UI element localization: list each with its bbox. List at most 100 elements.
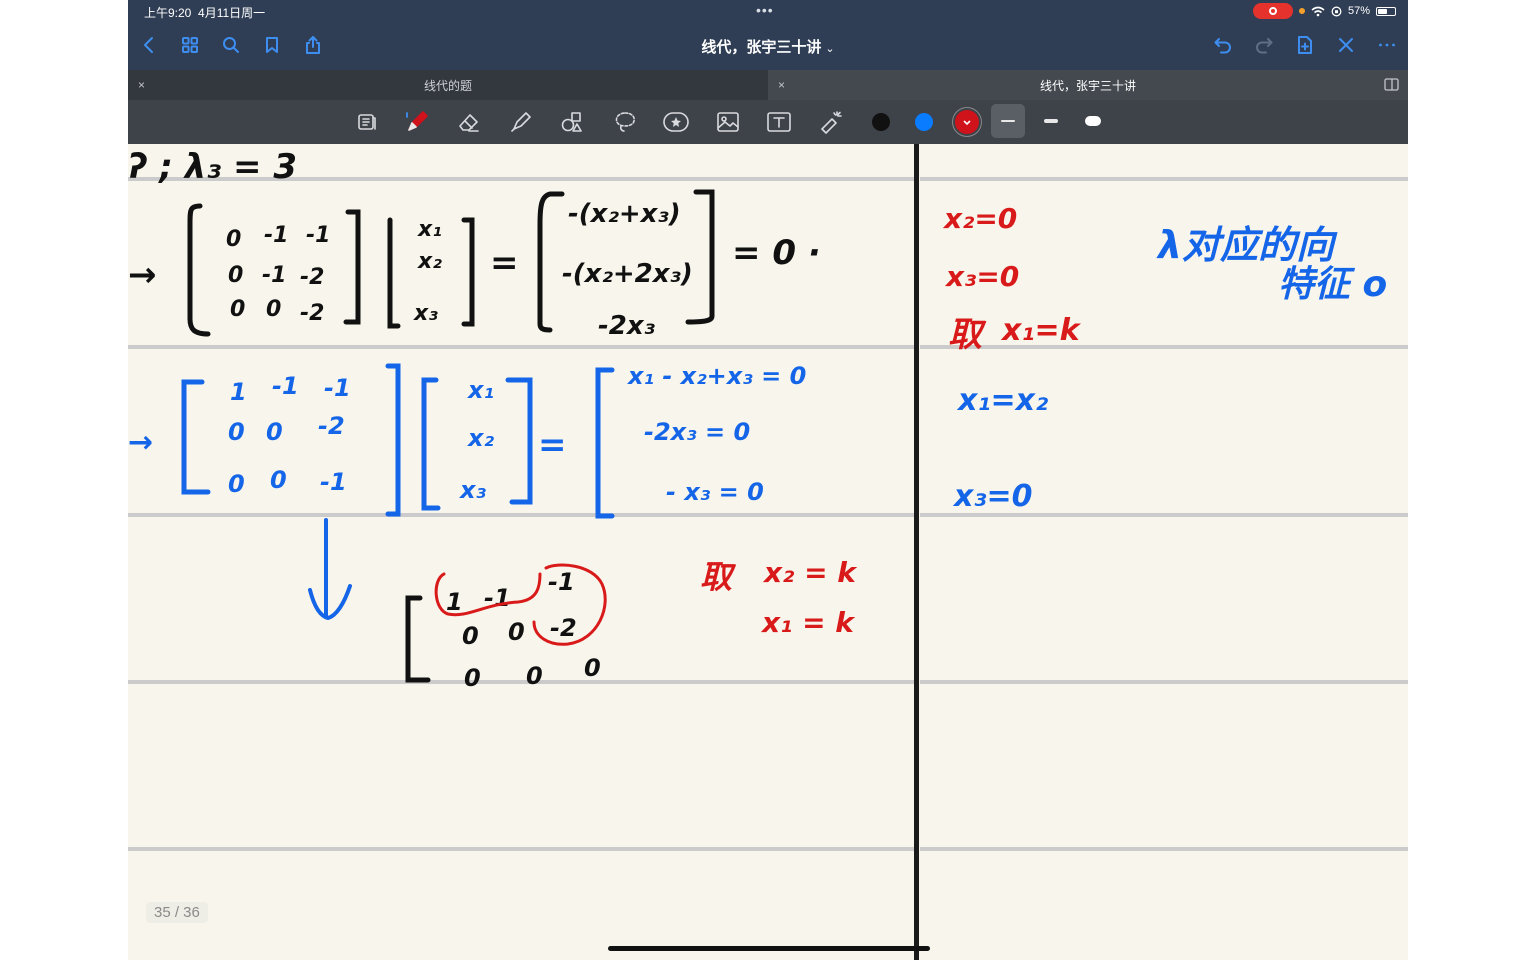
equals-sign: = (538, 425, 567, 465)
matrix-b-cell: 0 (270, 466, 287, 494)
matrix-b-cell: 0 (228, 418, 245, 446)
tab-label: 线代，张宇三十讲 (1039, 78, 1136, 93)
battery-percent: 57% (1347, 5, 1370, 17)
eraser-tool-icon[interactable] (454, 108, 484, 136)
matrix-b-cell: -1 (324, 374, 351, 402)
vector-x-entry: x₁ (467, 376, 494, 404)
vector-x-entry: x₃ (459, 476, 486, 504)
multitask-dots[interactable]: ••• (756, 2, 774, 18)
pen-tool-icon[interactable] (402, 108, 432, 136)
equals-zero: = 0 · (732, 233, 821, 273)
screen-record-icon[interactable] (1252, 3, 1293, 19)
goodnotes-screen: 上午9:20 4月11日周一 ••• 57% 线代，张宇三十讲 ⌄ × 线代的题… (128, 0, 1408, 960)
status-clock: 上午9:20 (144, 6, 192, 20)
split-divider[interactable] (914, 144, 919, 960)
bracket-right (461, 217, 475, 327)
result-a-entry: -(x₂+2x₃) (562, 259, 693, 289)
page-left[interactable]: ʔ ; λ₃ = 3 → 0 -1 -1 0 -1 -2 0 0 -2 x₁ x… (128, 144, 916, 960)
status-time: 上午9:20 4月11日周一 (144, 4, 265, 21)
right-x3-zero-blue: x₃=0 (952, 479, 1033, 514)
orientation-lock-icon (1331, 6, 1342, 16)
matrix-c-cell: 0 (526, 662, 543, 690)
matrix-a-cell: -1 (264, 223, 288, 248)
page-right[interactable]: x₂=0 x₃=0 取 x₁=k x₁=x₂ x₃=0 λ对应的向 特征 o (920, 144, 1408, 960)
right-x1-k: x₁=k (1000, 313, 1082, 348)
take-x2: x₂ = k (762, 556, 858, 589)
matrix-c-cell: 0 (464, 664, 481, 692)
chevron-down-icon: ⌄ (825, 43, 835, 55)
bracket-right (685, 189, 715, 325)
tab-linear-algebra-exercises[interactable]: × 线代的题 (128, 70, 768, 100)
elements-sticker-icon[interactable] (661, 108, 691, 136)
matrix-b-cell: 1 (230, 378, 247, 406)
right-x3-zero: x₃=0 (944, 260, 1019, 293)
matrix-c-cell: 0 (462, 622, 479, 650)
result-a-entry: -(x₂+x₃) (568, 199, 681, 229)
home-indicator[interactable] (608, 946, 930, 951)
tab-label: 线代的题 (423, 78, 472, 93)
undo-icon[interactable] (1210, 32, 1236, 58)
matrix-c-cell: -1 (548, 568, 575, 596)
read-mode-icon[interactable] (352, 108, 382, 136)
document-title-text: 线代，张宇三十讲 (701, 39, 822, 56)
matrix-c-cell: -2 (550, 614, 577, 642)
color-swatch-blue[interactable] (915, 113, 933, 131)
stroke-width-medium[interactable] (1034, 104, 1068, 138)
tab-close-icon[interactable]: × (138, 78, 145, 92)
lambda3-note: ʔ ; λ₃ = 3 (128, 147, 297, 187)
top-bar: 上午9:20 4月11日周一 ••• 57% 线代，张宇三十讲 ⌄ (128, 0, 1408, 70)
close-edit-icon[interactable] (1333, 32, 1359, 58)
matrix-a-cell: -1 (306, 223, 330, 248)
battery-icon (1376, 6, 1396, 16)
vector-x-entry: x₁ (417, 217, 442, 242)
matrix-b-cell: 0 (266, 418, 283, 446)
add-page-icon[interactable] (1292, 32, 1318, 58)
lasso-tool-icon[interactable] (610, 108, 640, 136)
status-date: 4月11日周一 (198, 6, 266, 20)
matrix-c-cell: 0 (584, 654, 601, 682)
matrix-b-cell: -2 (318, 412, 345, 440)
bracket-left (387, 217, 401, 329)
mic-indicator-icon (1298, 8, 1305, 14)
more-icon[interactable] (1374, 32, 1400, 58)
stroke-width-thin[interactable] (991, 104, 1025, 138)
matrix-a-cell: -1 (262, 263, 286, 288)
result-b-entry: - x₃ = 0 (666, 478, 764, 506)
result-b-entry: x₁ - x₂+x₃ = 0 (627, 362, 806, 390)
highlighter-tool-icon[interactable] (506, 108, 536, 136)
redo-icon[interactable] (1251, 32, 1277, 58)
laser-pointer-icon[interactable] (816, 108, 846, 136)
bracket-left (187, 203, 211, 337)
matrix-b-cell: -1 (320, 468, 347, 496)
right-x2-zero: x₂=0 (942, 202, 1017, 235)
bracket-right (505, 377, 533, 505)
tab-bar: × 线代的题 × 线代，张宇三十讲 (128, 70, 1408, 100)
bracket-left (595, 367, 615, 519)
tab-zhangyu-30-lectures[interactable]: × 线代，张宇三十讲 (768, 70, 1408, 100)
stroke-width-thick[interactable] (1076, 104, 1110, 138)
drawing-toolbar (128, 100, 1408, 144)
matrix-a-cell: -2 (300, 301, 324, 326)
handwriting-left: ʔ ; λ₃ = 3 → 0 -1 -1 0 -1 -2 0 0 -2 x₁ x… (128, 147, 858, 692)
vector-x-entry: x₂ (417, 249, 442, 274)
arrow-right: → (128, 255, 157, 295)
shape-tool-icon[interactable] (557, 108, 587, 136)
split-view-icon[interactable] (1384, 78, 1400, 92)
bracket-left (405, 595, 431, 683)
matrix-b-cell: -1 (272, 372, 299, 400)
vector-x-entry: x₂ (467, 424, 494, 452)
bracket-right (385, 363, 401, 517)
text-tool-icon[interactable] (764, 108, 794, 136)
image-tool-icon[interactable] (713, 108, 743, 136)
right-x1-eq-x2: x₁=x₂ (956, 383, 1048, 418)
battery-fill (1378, 8, 1387, 14)
page-counter: 35 / 36 (146, 902, 208, 923)
take-x1: x₁ = k (760, 606, 856, 639)
color-swatch-black[interactable] (872, 113, 890, 131)
tab-close-icon[interactable]: × (778, 78, 785, 92)
handwriting-right: x₂=0 x₃=0 取 x₁=k x₁=x₂ x₃=0 λ对应的向 特征 o (942, 202, 1387, 514)
wifi-icon (1311, 6, 1325, 16)
vector-x-entry: x₃ (413, 301, 438, 326)
color-swatch-red-selected[interactable] (955, 110, 979, 134)
down-arrow-head (308, 584, 352, 621)
